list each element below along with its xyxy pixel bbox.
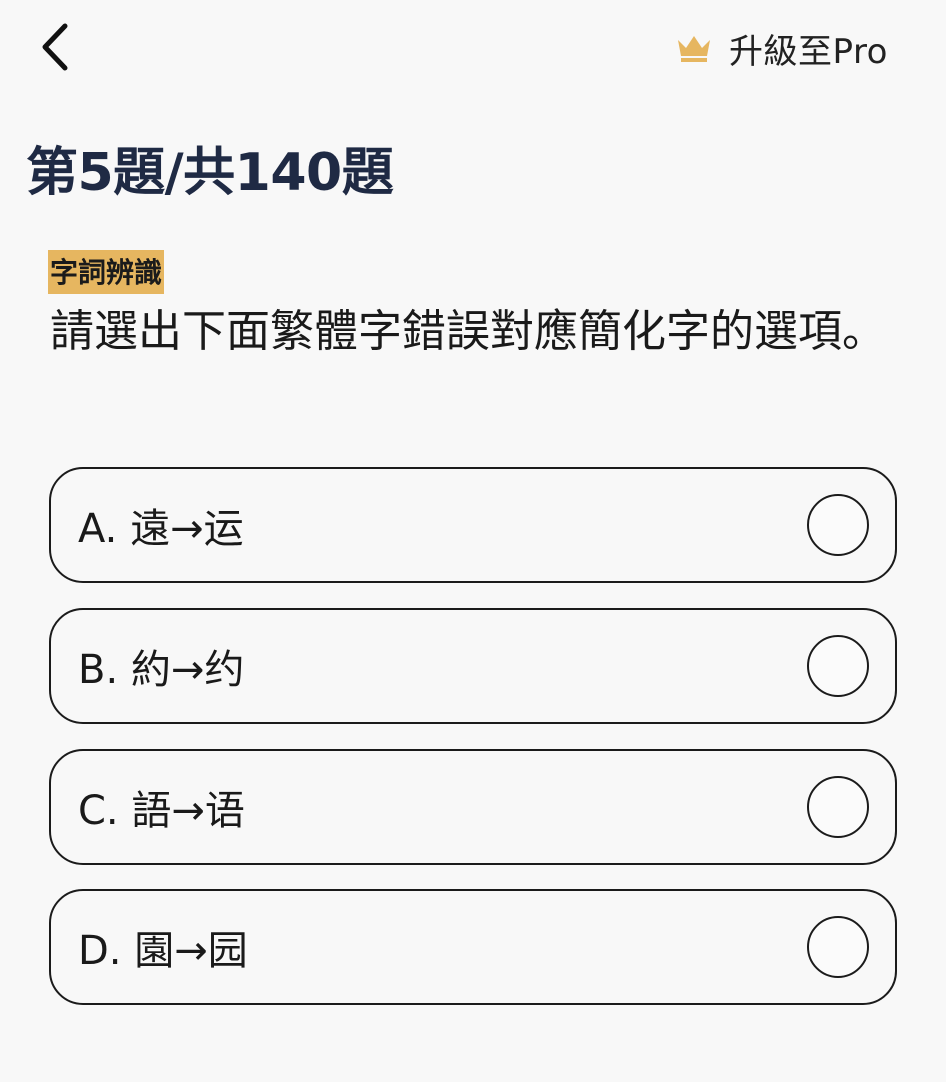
option-label: C. 語→语 — [78, 788, 245, 834]
upgrade-label: 升級至Pro — [729, 31, 888, 72]
category-tag: 字詞辨識 — [48, 250, 165, 294]
radio-button[interactable] — [807, 776, 869, 838]
chevron-left-icon — [42, 23, 68, 71]
option-label: D. 園→园 — [78, 928, 248, 974]
radio-button[interactable] — [807, 916, 869, 978]
option-b[interactable]: B. 約→约 — [49, 608, 897, 724]
question-progress-title: 第5題/共140題 — [26, 143, 394, 203]
crown-icon — [678, 36, 711, 62]
radio-button[interactable] — [807, 494, 869, 556]
question-text: 請選出下面繁體字錯誤對應簡化字的選項。 — [50, 306, 886, 357]
radio-button[interactable] — [807, 635, 869, 697]
option-label: A. 遠→运 — [78, 506, 244, 552]
top-bar: 升級至Pro — [0, 0, 946, 95]
option-label: B. 約→约 — [78, 647, 245, 693]
option-c[interactable]: C. 語→语 — [49, 749, 897, 865]
back-button[interactable] — [30, 20, 80, 74]
option-d[interactable]: D. 園→园 — [49, 889, 897, 1005]
upgrade-pro-button[interactable]: 升級至Pro — [675, 24, 888, 72]
option-a[interactable]: A. 遠→运 — [49, 467, 897, 583]
